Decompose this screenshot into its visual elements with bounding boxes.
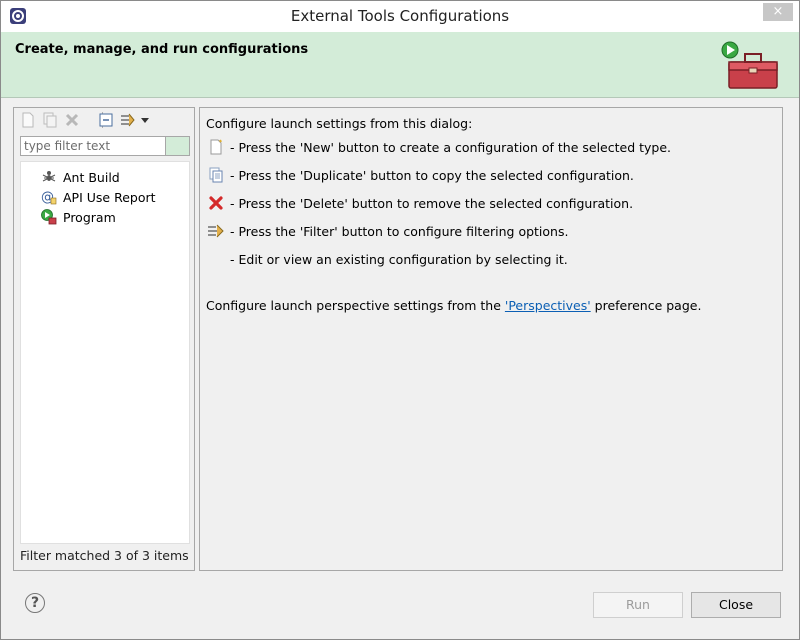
delete-icon — [209, 196, 223, 210]
intro-text: Configure launch settings from this dial… — [206, 116, 473, 131]
filter-icon[interactable] — [120, 112, 136, 128]
filter-status-text: Filter matched 3 of 3 items — [20, 548, 189, 563]
new-config-icon[interactable] — [20, 112, 36, 128]
duplicate-icon — [209, 167, 223, 183]
toolbox-run-icon — [721, 41, 778, 89]
tree-item-label: Program — [63, 209, 116, 225]
perspectives-link[interactable]: 'Perspectives' — [505, 298, 591, 313]
help-line-new: - Press the 'New' button to create a con… — [206, 138, 671, 156]
help-button[interactable]: ? — [25, 593, 45, 613]
collapse-all-icon[interactable] — [98, 112, 114, 128]
tree-item-label: Ant Build — [63, 169, 120, 185]
filter-input[interactable] — [20, 136, 166, 156]
help-line-text: - Press the 'Filter' button to configure… — [230, 223, 569, 239]
configuration-tree: Ant Build @ API Use Report Program — [20, 161, 190, 544]
tree-item-api-use-report[interactable]: @ API Use Report — [41, 188, 156, 206]
program-icon — [41, 209, 57, 225]
blank-icon — [206, 250, 226, 268]
new-config-icon — [210, 139, 222, 155]
tree-item-ant-build[interactable]: Ant Build — [41, 168, 120, 186]
filter-row — [20, 136, 190, 158]
help-line-text: - Press the 'Duplicate' button to copy t… — [230, 167, 634, 183]
perspective-suffix: preference page. — [590, 298, 702, 313]
filter-clear-button[interactable] — [166, 136, 190, 156]
help-line-text: - Edit or view an existing configuration… — [230, 251, 568, 267]
window-close-button[interactable]: × — [763, 3, 793, 21]
help-line-duplicate: - Press the 'Duplicate' button to copy t… — [206, 166, 634, 184]
config-toolbar — [14, 108, 194, 132]
perspective-prefix: Configure launch perspective settings fr… — [206, 298, 505, 313]
run-button[interactable]: Run — [593, 592, 683, 618]
help-line-delete: - Press the 'Delete' button to remove th… — [206, 194, 633, 212]
close-button[interactable]: Close — [691, 592, 781, 618]
ant-icon — [42, 171, 56, 182]
help-line-edit: - Edit or view an existing configuration… — [206, 250, 568, 268]
perspective-text: Configure launch perspective settings fr… — [206, 298, 701, 313]
duplicate-icon[interactable] — [42, 112, 58, 128]
delete-icon[interactable] — [64, 112, 80, 128]
help-line-text: - Press the 'New' button to create a con… — [230, 139, 671, 155]
header-banner: Create, manage, and run configurations — [1, 32, 799, 98]
api-report-icon: @ — [41, 190, 57, 205]
configuration-list-pane: Ant Build @ API Use Report Program Filte… — [13, 107, 195, 571]
window-title: External Tools Configurations — [290, 7, 510, 25]
filter-icon — [208, 224, 224, 238]
tree-item-label: API Use Report — [63, 189, 156, 205]
dropdown-arrow-icon[interactable] — [140, 112, 150, 128]
help-line-filter: - Press the 'Filter' button to configure… — [206, 222, 568, 240]
banner-heading: Create, manage, and run configurations — [15, 42, 309, 57]
dialog-window: External Tools Configurations × Create, … — [0, 0, 800, 640]
configuration-detail-pane: Configure launch settings from this dial… — [199, 107, 783, 571]
help-line-text: - Press the 'Delete' button to remove th… — [230, 195, 634, 211]
tree-item-program[interactable]: Program — [41, 208, 116, 226]
title-bar: External Tools Configurations × — [1, 1, 799, 32]
